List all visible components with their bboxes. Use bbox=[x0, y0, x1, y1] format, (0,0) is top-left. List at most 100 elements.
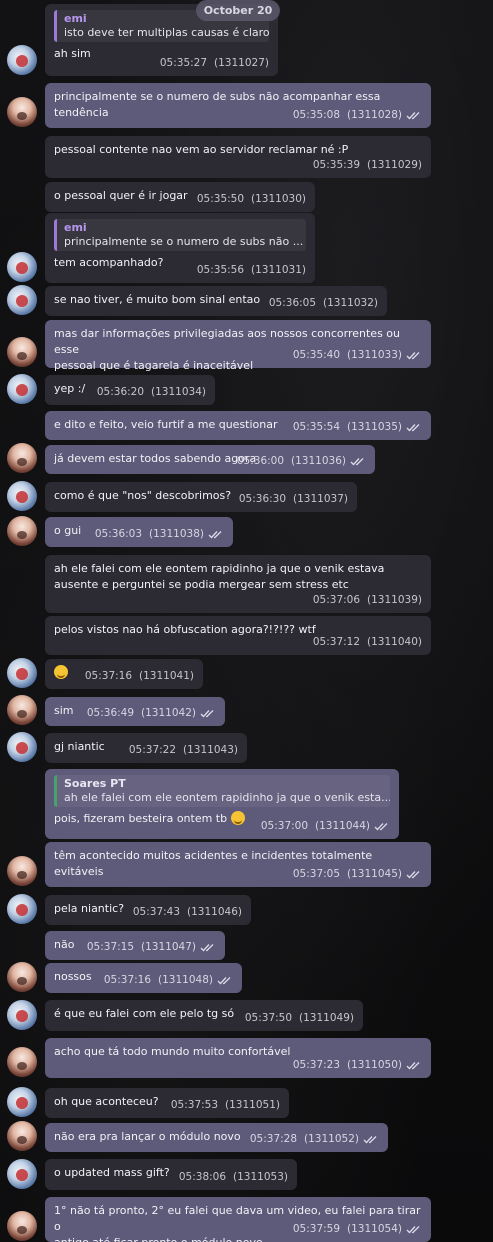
read-double-check-icon bbox=[208, 530, 222, 538]
message-bubble[interactable]: sim 05:36:49 (1311042) bbox=[45, 697, 225, 726]
message-meta: 05:36:49 (1311042) bbox=[87, 705, 216, 721]
message-bubble[interactable]: pela niantic? 05:37:43 (1311046) bbox=[45, 895, 251, 925]
message-row: oh que aconteceu? 05:37:53 (1311051) bbox=[0, 1087, 493, 1118]
message-time: 05:35:56 bbox=[196, 264, 245, 276]
sender-avatar[interactable] bbox=[7, 252, 37, 282]
message-row: pela niantic? 05:37:43 (1311046) bbox=[0, 894, 493, 925]
message-row: gj niantic 05:37:22 (1311043) bbox=[0, 732, 493, 763]
message-bubble[interactable]: gj niantic 05:37:22 (1311043) bbox=[45, 733, 247, 763]
message-id: (1311050) bbox=[347, 1059, 402, 1071]
message-id: (1311028) bbox=[347, 109, 402, 121]
message-time: 05:36:05 bbox=[268, 297, 317, 309]
message-bubble[interactable]: 1° não tá pronto, 2° eu falei que dava u… bbox=[45, 1197, 431, 1242]
read-double-check-icon bbox=[217, 976, 231, 984]
message-bubble[interactable]: o updated mass gift? 05:38:06 (1311053) bbox=[45, 1159, 297, 1190]
message-bubble[interactable]: 05:37:16 (1311041) bbox=[45, 659, 203, 689]
message-bubble[interactable]: têm acontecido muitos acidentes e incide… bbox=[45, 842, 431, 887]
message-id: (1311036) bbox=[291, 455, 346, 467]
message-time: 05:35:08 bbox=[292, 109, 341, 121]
sender-avatar[interactable] bbox=[7, 1121, 37, 1151]
message-bubble[interactable]: mas dar informações privilegiadas aos no… bbox=[45, 320, 431, 372]
message-bubble[interactable]: oh que aconteceu? 05:37:53 (1311051) bbox=[45, 1088, 289, 1118]
sender-avatar[interactable] bbox=[7, 45, 37, 75]
message-id: (1311042) bbox=[141, 707, 196, 719]
message-bubble[interactable]: principalmente se o numero de subs não a… bbox=[45, 83, 431, 128]
message-meta: 05:35:27 (1311027) bbox=[160, 55, 269, 71]
message-id: (1311048) bbox=[158, 974, 213, 986]
sender-avatar[interactable] bbox=[7, 481, 37, 511]
message-meta: 05:36:20 (1311034) bbox=[97, 384, 206, 400]
sender-avatar[interactable] bbox=[7, 894, 37, 924]
reply-quote[interactable]: emi principalmente se o numero de subs nã… bbox=[54, 219, 306, 251]
sender-avatar[interactable] bbox=[7, 856, 37, 886]
message-time: 05:36:00 bbox=[236, 455, 285, 467]
message-id: (1311027) bbox=[214, 57, 269, 69]
message-bubble[interactable]: Soares PT ah ele falei com ele eontem rap… bbox=[45, 769, 399, 839]
message-bubble[interactable]: emi principalmente se o numero de subs nã… bbox=[45, 213, 315, 283]
reply-preview: principalmente se o numero de subs não .… bbox=[64, 235, 304, 248]
sender-avatar[interactable] bbox=[7, 97, 37, 127]
message-id: (1311040) bbox=[367, 636, 422, 648]
message-row: Soares PT ah ele falei com ele eontem rap… bbox=[0, 769, 493, 839]
read-double-check-icon bbox=[200, 943, 214, 951]
message-row: sim 05:36:49 (1311042) bbox=[0, 695, 493, 726]
message-id: (1311033) bbox=[347, 349, 402, 361]
message-id: (1311034) bbox=[151, 386, 206, 398]
sender-avatar[interactable] bbox=[7, 337, 37, 367]
message-row: se nao tiver, é muito bom sinal entao 05:… bbox=[0, 285, 493, 316]
message-id: (1311053) bbox=[233, 1171, 288, 1183]
sender-avatar[interactable] bbox=[7, 658, 37, 688]
read-double-check-icon bbox=[363, 1135, 377, 1143]
sender-avatar[interactable] bbox=[7, 443, 37, 473]
message-bubble[interactable]: como é que "nos" descobrimos? 05:36:30 (13… bbox=[45, 482, 357, 512]
message-bubble[interactable]: nossos 05:37:16 (1311048) bbox=[45, 963, 242, 993]
message-row: nossos 05:37:16 (1311048) bbox=[0, 962, 493, 993]
sender-avatar[interactable] bbox=[7, 1000, 37, 1030]
reply-quote[interactable]: Soares PT ah ele falei com ele eontem rap… bbox=[54, 775, 390, 807]
sender-avatar[interactable] bbox=[7, 1087, 37, 1117]
message-bubble[interactable]: pelos vistos nao há obfuscation agora?!?… bbox=[45, 616, 431, 655]
message-row: já devem estar todos sabendo agora 05:36:… bbox=[0, 443, 493, 474]
message-row: 05:37:16 (1311041) bbox=[0, 658, 493, 689]
smiling-face-icon bbox=[54, 665, 68, 679]
message-bubble[interactable]: não 05:37:15 (1311047) bbox=[45, 931, 225, 960]
message-bubble[interactable]: já devem estar todos sabendo agora 05:36:… bbox=[45, 445, 375, 474]
message-bubble[interactable]: acho que tá todo mundo muito confortável… bbox=[45, 1038, 431, 1078]
message-bubble[interactable]: e dito e feito, veio furtif a me questio… bbox=[45, 411, 431, 440]
message-bubble[interactable]: não era pra lançar o módulo novo 05:37:28… bbox=[45, 1123, 388, 1152]
message-id: (1311046) bbox=[187, 906, 242, 918]
message-id: (1311032) bbox=[323, 297, 378, 309]
message-bubble[interactable]: yep :/05:36:20 (1311034) bbox=[45, 375, 215, 405]
sender-avatar[interactable] bbox=[7, 695, 37, 725]
message-row: mas dar informações privilegiadas aos no… bbox=[0, 320, 493, 372]
reply-preview: isto deve ter multiplas causas é claro bbox=[64, 26, 269, 39]
message-meta: 05:35:56 (1311031) bbox=[197, 262, 306, 278]
sender-avatar[interactable] bbox=[7, 1159, 37, 1189]
message-row: não 05:37:15 (1311047) bbox=[0, 931, 493, 960]
message-time: 05:37:16 bbox=[84, 670, 133, 682]
sender-avatar[interactable] bbox=[7, 1047, 37, 1077]
sender-avatar[interactable] bbox=[7, 516, 37, 546]
sender-avatar[interactable] bbox=[7, 285, 37, 315]
message-id: (1311043) bbox=[183, 744, 238, 756]
message-meta: 05:37:15 (1311047) bbox=[87, 939, 216, 955]
message-meta: 05:35:54 (1311035) bbox=[293, 419, 422, 435]
message-bubble[interactable]: ah ele falei com ele eontem rapidinho ja… bbox=[45, 555, 431, 613]
message-row: como é que "nos" descobrimos? 05:36:30 (13… bbox=[0, 481, 493, 512]
message-row: ah ele falei com ele eontem rapidinho ja… bbox=[0, 555, 493, 613]
sender-avatar[interactable] bbox=[7, 1211, 37, 1241]
message-bubble[interactable]: é que eu falei com ele pelo tg só 05:37:5… bbox=[45, 1000, 363, 1031]
message-meta: 05:37:00 (1311044) bbox=[261, 818, 390, 834]
sender-avatar[interactable] bbox=[7, 962, 37, 992]
message-bubble[interactable]: pessoal contente nao vem ao servidor rec… bbox=[45, 136, 431, 178]
read-double-check-icon bbox=[350, 457, 364, 465]
message-time: 05:35:39 bbox=[312, 159, 361, 171]
sender-avatar[interactable] bbox=[7, 732, 37, 762]
sender-avatar[interactable] bbox=[7, 374, 37, 404]
message-bubble[interactable]: o gui 05:36:03 (1311038) bbox=[45, 517, 233, 547]
message-row: pelos vistos nao há obfuscation agora?!?… bbox=[0, 616, 493, 655]
message-meta: 05:37:23 (1311050) bbox=[293, 1057, 422, 1073]
message-bubble[interactable]: o pessoal quer é ir jogar 05:35:50 (131103… bbox=[45, 182, 315, 212]
message-bubble[interactable]: se nao tiver, é muito bom sinal entao 05:… bbox=[45, 286, 387, 316]
message-id: (1311052) bbox=[304, 1133, 359, 1145]
